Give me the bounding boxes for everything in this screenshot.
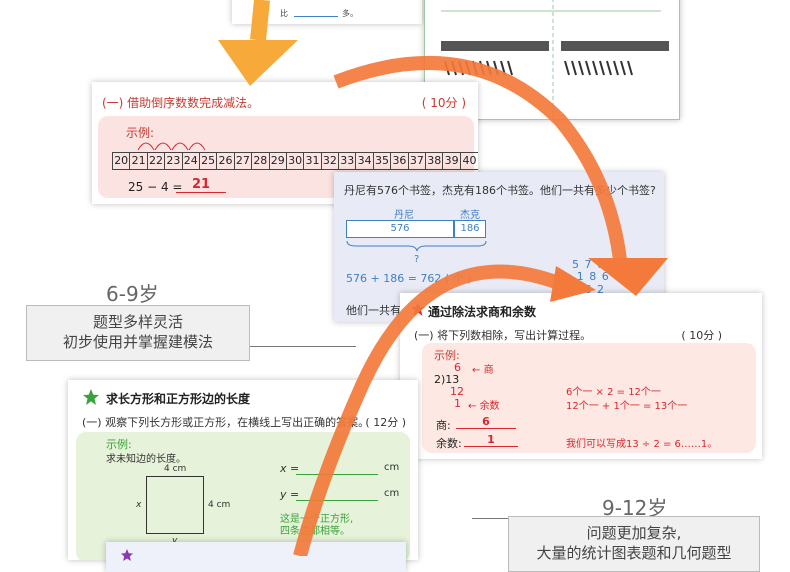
division-card: 通过除法求商和余数 (一) 将下列数相除，写出计算过程。 ( 10分 ) 示例:… — [400, 293, 762, 459]
tag-quotient: ← 商 — [472, 365, 494, 376]
card4-subtitle: (一) 观察下列长方形或正方形，在横线上写出正确的答案。 — [82, 416, 370, 429]
label-danny: 丹尼 — [394, 210, 414, 221]
number-line-cell: 20 — [113, 153, 131, 169]
number-line-cell: 26 — [217, 153, 235, 169]
card4-title: 求长方形和正方形边的长度 — [106, 392, 251, 406]
card3-score: ( 10分 ) — [681, 329, 722, 342]
caption-9-12-line1: 问题更加复杂, — [586, 524, 682, 542]
card2-equation: 576 + 186 = 762 ( 个 ) — [346, 272, 472, 285]
star-icon — [121, 549, 133, 561]
card1-equation: 25 − 4 = — [128, 180, 183, 194]
age-group-6-9: 6-9岁 — [106, 282, 159, 306]
div-remainder: 1 — [454, 397, 461, 410]
top-left-card: 比 多。 — [232, 0, 422, 24]
star-icon — [411, 302, 425, 316]
number-line-cell: 23 — [165, 153, 183, 169]
label-jack: 杰克 — [460, 210, 480, 221]
number-line-cell: 37 — [409, 153, 427, 169]
quotient-label: 商: — [436, 419, 451, 432]
number-line-cell: 33 — [339, 153, 357, 169]
unknown-total: ? — [414, 254, 420, 265]
rectangle-sides-card: 求长方形和正方形边的长度 (一) 观察下列长方形或正方形，在横线上写出正确的答案… — [68, 380, 418, 560]
bar-danny: 576 — [346, 220, 454, 238]
caption-6-9-line1: 题型多样灵活 — [92, 313, 183, 331]
yellow-arrow-head — [218, 40, 298, 86]
answer-line — [294, 16, 338, 17]
total-brace — [346, 240, 487, 252]
bar-jack: 186 — [454, 220, 486, 238]
divider-line — [472, 518, 512, 519]
card2-bottom-text: 他们一共有 — [346, 304, 401, 317]
x-answer-line[interactable] — [296, 474, 378, 475]
right-length: 4 cm — [208, 500, 231, 510]
count-back-arcs — [137, 142, 206, 151]
x-unit: cm — [384, 462, 400, 473]
card1-title: (一) 借助倒序数数完成减法。 — [102, 96, 260, 110]
number-line-cell: 28 — [252, 153, 270, 169]
caption-9-12: 问题更加复杂, 大量的统计图表题和几何题型 — [508, 516, 760, 572]
top-length: 4 cm — [164, 464, 187, 474]
top-text-suffix: 多。 — [342, 9, 358, 18]
remainder-label: 余数: — [436, 437, 462, 450]
number-line-cell: 22 — [148, 153, 166, 169]
star-icon — [83, 389, 99, 405]
card3-subtitle: (一) 将下列数相除，写出计算过程。 — [414, 329, 592, 342]
card1-score: ( 10分 ) — [421, 96, 466, 110]
caption-9-12-line2: 大量的统计图表题和几何题型 — [536, 544, 732, 562]
hint-line2: 四条边都相等。 — [280, 526, 350, 537]
caption-6-9-line2: 初步使用并掌握建模法 — [62, 333, 213, 351]
number-line-cell: 24 — [183, 153, 200, 169]
number-line-cell: 29 — [270, 153, 287, 169]
card3-title: 通过除法求商和余数 — [428, 305, 537, 319]
number-line-cell: 40 — [462, 154, 477, 167]
number-line-cell: 31 — [304, 153, 322, 169]
y-unit: cm — [384, 488, 400, 499]
number-line-cell: 38 — [426, 153, 444, 169]
remainder-value: 1 — [464, 433, 518, 447]
explain-line1: 6个一 × 2 = 12个一 — [566, 387, 661, 398]
number-line: 20 21 22 23 24 25 26 27 28 29 30 31 32 3… — [112, 152, 478, 170]
card1-answer: 21 — [176, 177, 226, 193]
explain-line2: 12个一 + 1个一 = 13个一 — [566, 401, 688, 412]
bottom-partial-card — [106, 542, 406, 572]
card4-score: ( 12分 ) — [365, 416, 406, 429]
square-shape — [146, 476, 204, 534]
card2-question: 丹尼有576个书签，杰克有186个书签。他们一共有多少个书签? — [344, 184, 656, 197]
number-line-cell: 30 — [287, 153, 305, 169]
tag-remainder: ← 余数 — [468, 401, 500, 412]
number-line-cell: 36 — [391, 153, 409, 169]
vertical-row2: + 1 8 6 — [562, 270, 610, 283]
number-line-cell: 34 — [356, 153, 374, 169]
divider-line — [248, 346, 356, 347]
caption-6-9: 题型多样灵活 初步使用并掌握建模法 — [26, 305, 250, 361]
y-answer-line[interactable] — [296, 500, 378, 501]
card4-example-desc: 求未知边的长度。 — [106, 454, 186, 465]
number-line-cell: 25 — [200, 153, 218, 169]
number-line-cell: 39 — [443, 153, 461, 169]
top-text-bi: 比 — [280, 9, 288, 18]
division-note: 我们可以写成13 ÷ 2 = 6……1。 — [566, 439, 718, 450]
number-line-cell: 21 — [130, 153, 148, 169]
quotient-value: 6 — [456, 415, 516, 429]
number-line-cell: 27 — [235, 153, 253, 169]
number-line-cell: 35 — [374, 153, 392, 169]
number-line-cell: 32 — [322, 153, 340, 169]
x-side-label: x — [136, 500, 142, 510]
